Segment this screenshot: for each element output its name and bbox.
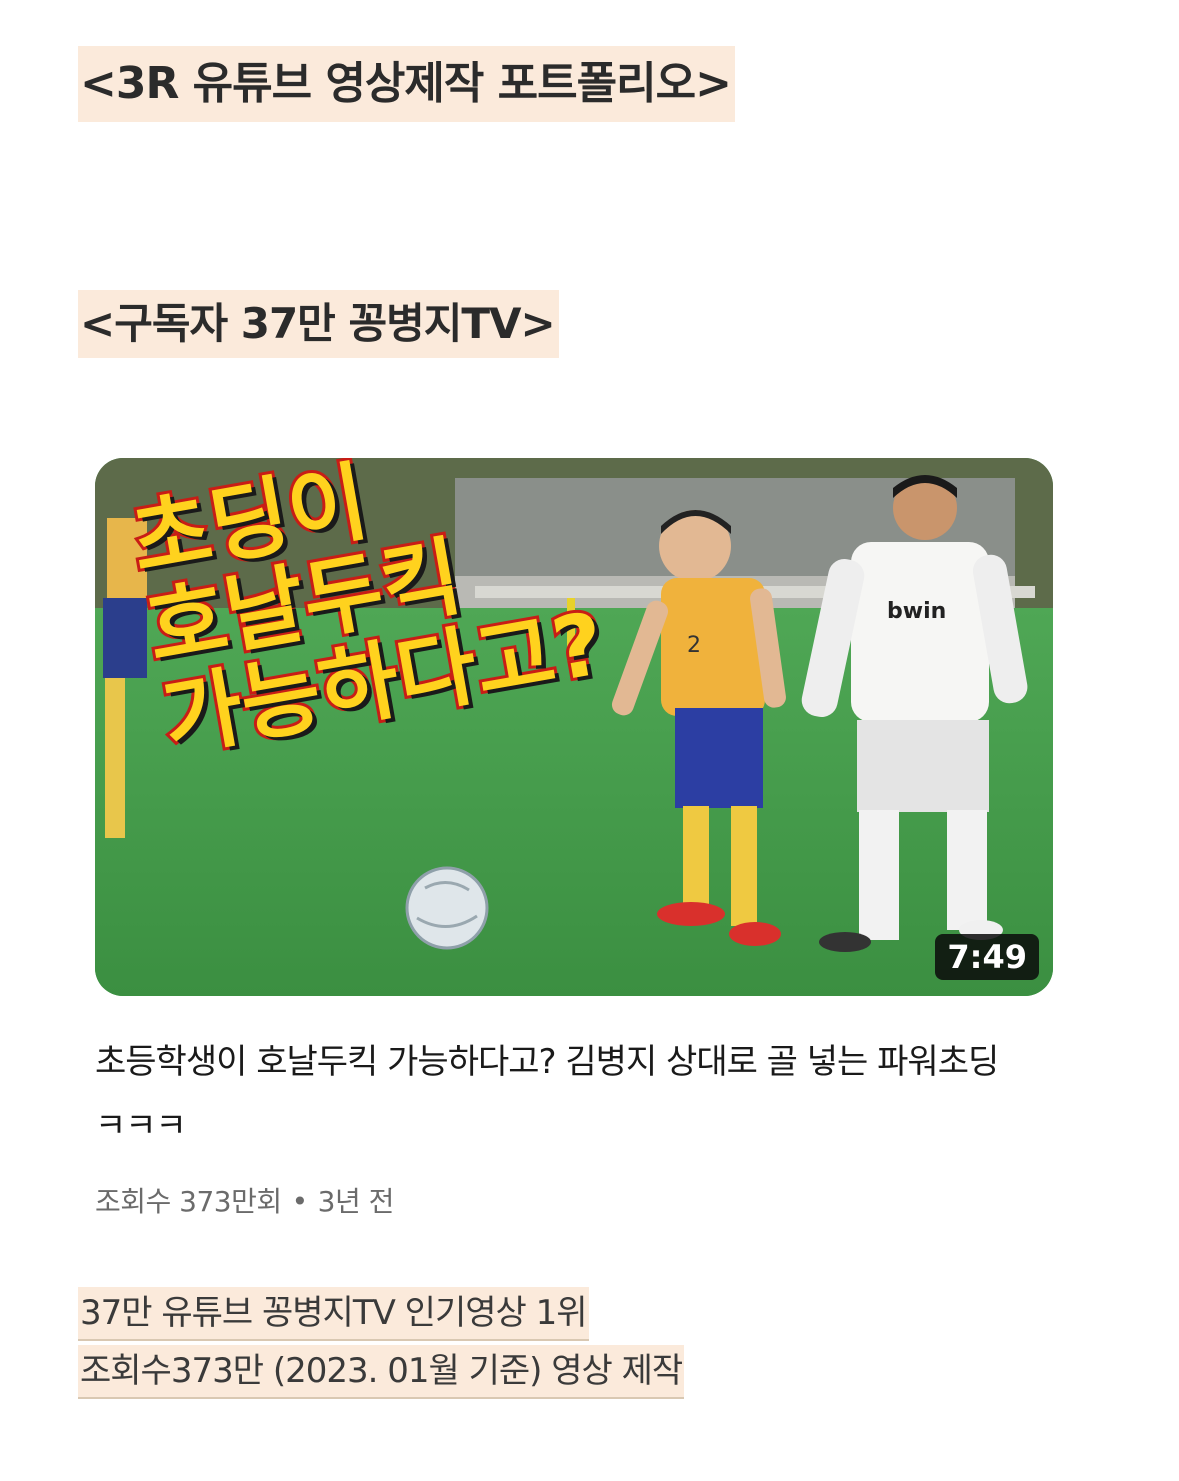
footer-note-views: 조회수373만 (2023. 01월 기준) 영상 제작 [78, 1345, 685, 1399]
soccer-ball [405, 866, 489, 950]
adult-left-boot [819, 932, 871, 952]
kid-right-boot [729, 922, 781, 946]
left-kid-shorts [103, 598, 147, 678]
video-meta: 조회수 373만회 • 3년 전 [95, 1180, 394, 1220]
adult-shorts [857, 720, 989, 812]
adult-left-leg [859, 810, 899, 940]
channel-heading: <구독자 37만 꽁병지TV> [78, 290, 559, 358]
video-thumbnail[interactable]: 2 bwin 초딩이 호날두킥 가능하다고? 7:49 [95, 458, 1053, 996]
page-title: <3R 유튜브 영상제작 포트폴리오> [78, 46, 735, 122]
duration-badge: 7:49 [935, 934, 1039, 980]
kid-left-leg [683, 806, 709, 906]
kid-right-leg [731, 806, 757, 926]
jersey-sponsor: bwin [887, 599, 946, 624]
adult-right-leg [947, 810, 987, 930]
left-kid-leg [105, 678, 125, 838]
footer-note-ranking: 37만 유튜브 꽁병지TV 인기영상 1위 [78, 1287, 589, 1341]
kid-left-boot [657, 902, 725, 926]
kid-jersey-number: 2 [687, 633, 701, 658]
upload-age: 3년 전 [317, 1185, 395, 1218]
adult-jersey [851, 542, 989, 722]
meta-separator: • [291, 1185, 309, 1218]
kid-jersey [661, 578, 765, 716]
kid-shorts [675, 708, 763, 808]
video-title[interactable]: 초등학생이 호날두킥 가능하다고? 김병지 상대로 골 넣는 파워초딩ㅋㅋㅋ [95, 1030, 1015, 1158]
view-count: 조회수 373만회 [95, 1185, 282, 1218]
